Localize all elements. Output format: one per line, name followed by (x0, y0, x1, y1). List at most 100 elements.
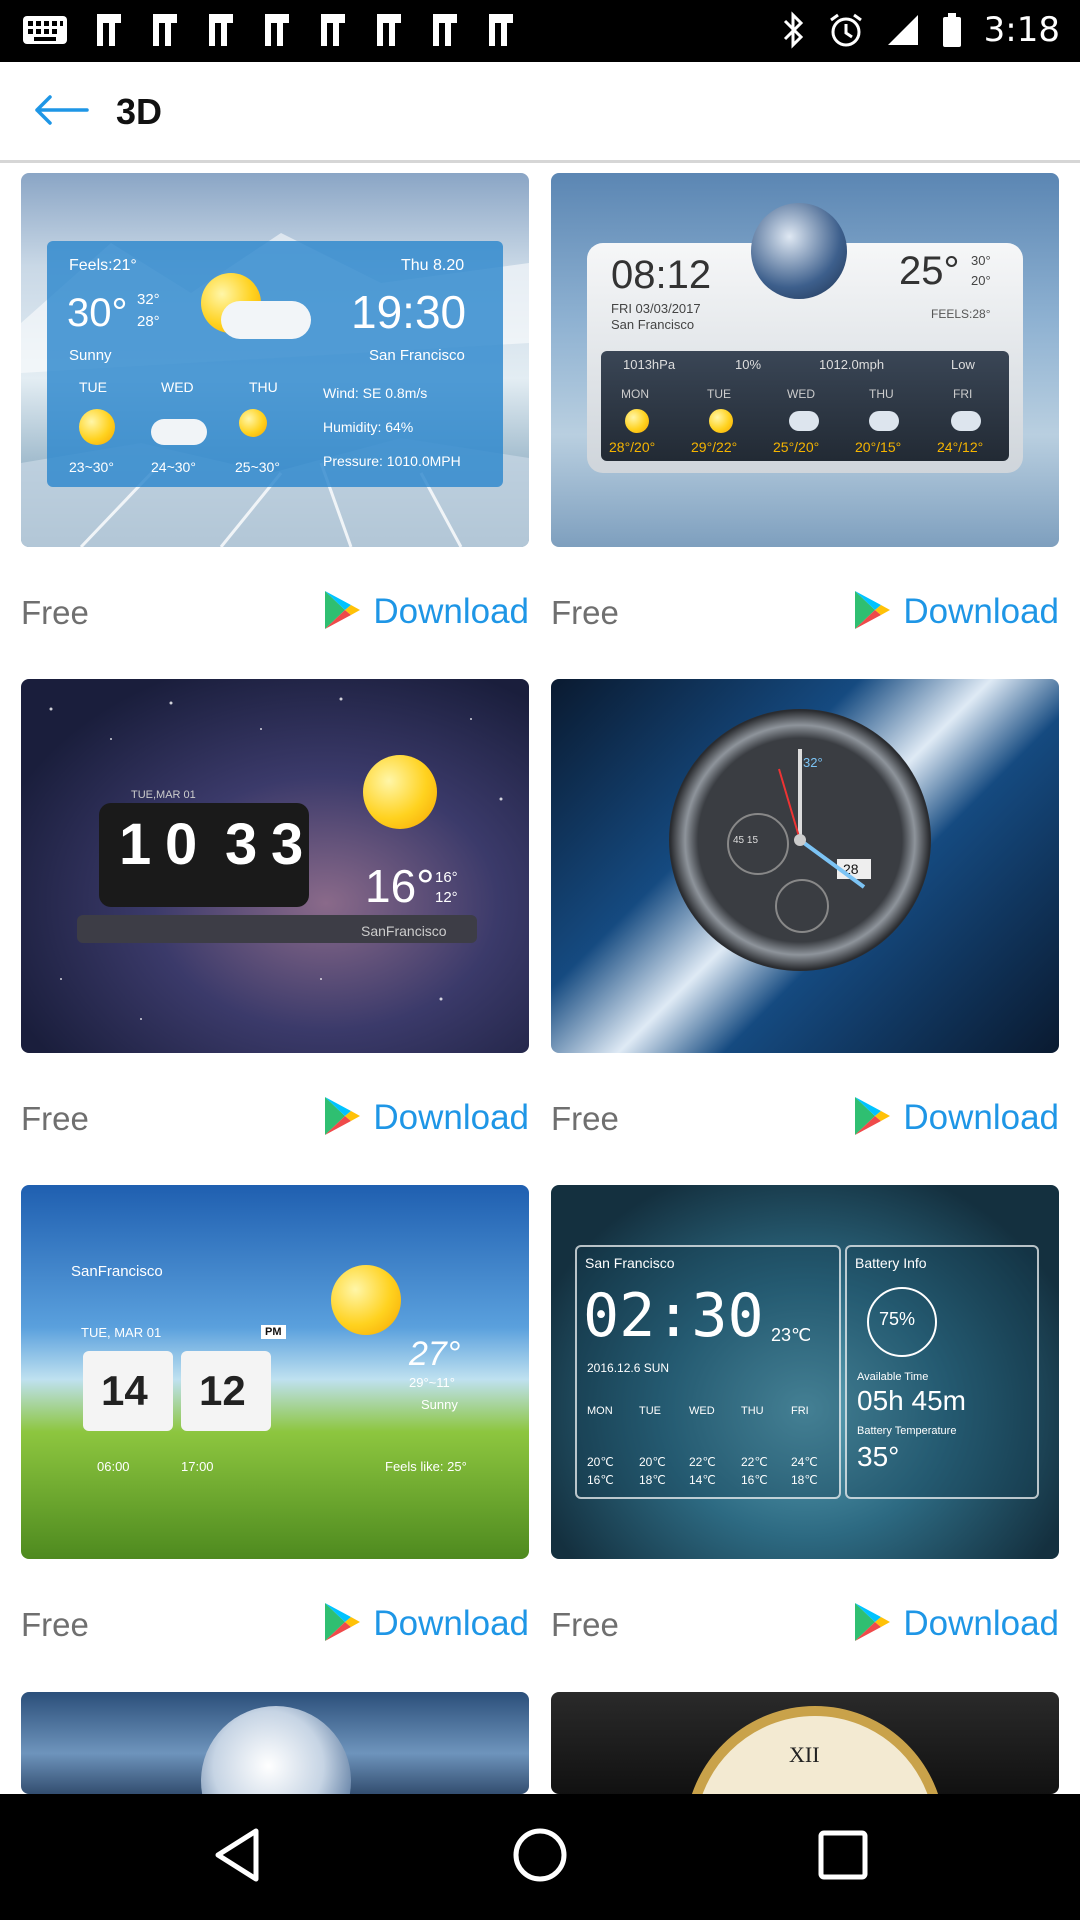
preview-text: 1 (119, 812, 152, 877)
circle-home-icon (512, 1827, 568, 1888)
preview-text: 18℃ (791, 1473, 818, 1487)
nav-back-button[interactable] (202, 1822, 272, 1892)
globe-icon (201, 1706, 351, 1794)
preview-text: Low (951, 357, 975, 372)
app-notification-icon (262, 12, 292, 48)
preview-text: 25° (899, 249, 960, 293)
preview-text: 29°/22° (691, 439, 738, 455)
preview-text: 22℃ (741, 1455, 768, 1469)
theme-preview-image[interactable]: XII (551, 1692, 1059, 1794)
preview-text: Pressure: 1010.0MPH (323, 453, 461, 469)
preview-text: 06:00 (97, 1459, 130, 1474)
cloud-icon (151, 419, 207, 445)
preview-text: 27° (409, 1335, 461, 1373)
nav-home-button[interactable] (505, 1822, 575, 1892)
preview-text: TUE (79, 379, 107, 395)
price-label: Free (551, 1606, 619, 1643)
download-button[interactable]: Download (853, 1599, 1059, 1649)
card-footer: Free Download (551, 1559, 1059, 1691)
download-button[interactable]: Download (323, 1599, 529, 1649)
preview-text: FRI (791, 1405, 809, 1417)
theme-preview-image[interactable] (21, 1692, 529, 1794)
preview-text: 24~30° (151, 459, 196, 475)
preview-text: San Francisco (611, 317, 695, 332)
theme-preview-image[interactable]: 32° 45 15 28 (551, 679, 1059, 1053)
preview-text: 24℃ (791, 1455, 818, 1469)
theme-preview-image[interactable]: TUE,MAR 01 1 0 3 3 16° 16° 12° SanFranci… (21, 679, 529, 1053)
triangle-back-icon (212, 1827, 262, 1888)
preview-text: TUE,MAR 01 (131, 789, 196, 801)
preview-text: 12 (199, 1367, 246, 1414)
download-label: Download (373, 1098, 529, 1137)
app-notification-icon (150, 12, 180, 48)
preview-text: 29°~11° (409, 1375, 455, 1390)
preview-text: 28° (137, 313, 160, 330)
sun-icon (239, 409, 267, 437)
globe-icon (751, 203, 847, 299)
app-notification-icon (94, 12, 124, 48)
download-label: Download (373, 592, 529, 631)
cloud-icon (951, 411, 981, 431)
preview-text: Battery Info (855, 1255, 927, 1271)
preview-text: 20° (971, 273, 991, 288)
price-label: Free (21, 1606, 89, 1643)
download-button[interactable]: Download (323, 1093, 529, 1143)
preview-text: XII (789, 1742, 820, 1767)
preview-text: TUE, MAR 01 (81, 1325, 162, 1340)
app-notification-icon (318, 12, 348, 48)
preview-text: 2016.12.6 SUN (587, 1361, 670, 1375)
sun-icon (79, 409, 115, 445)
navigation-bar (0, 1794, 1080, 1920)
preview-text: Thu 8.20 (401, 257, 465, 274)
preview-text: 3 (271, 812, 304, 877)
download-button[interactable]: Download (323, 587, 529, 637)
card-footer: Free Download (551, 547, 1059, 679)
preview-text: 20℃ (639, 1455, 666, 1469)
price-label: Free (21, 594, 89, 631)
preview-text: 25°/20° (773, 439, 820, 455)
preview-text: 02:30 (583, 1281, 764, 1351)
preview-text: San Francisco (585, 1255, 675, 1271)
preview-text: Wind: SE 0.8m/s (323, 385, 428, 401)
preview-text: THU (741, 1405, 764, 1417)
preview-text: Sunny (69, 347, 112, 364)
preview-text: 08:12 (611, 253, 712, 297)
theme-preview-image[interactable]: 08:12 FRI 03/03/2017 San Francisco 25° 3… (551, 173, 1059, 547)
battery-icon (942, 12, 962, 48)
preview-text: 19:30 (351, 286, 467, 338)
back-button[interactable] (26, 84, 96, 140)
preview-text: TUE (707, 387, 731, 401)
preview-text: 3 (225, 812, 258, 877)
sun-icon (331, 1265, 401, 1335)
download-label: Download (903, 1604, 1059, 1643)
download-button[interactable]: Download (853, 587, 1059, 637)
theme-preview-image[interactable]: SanFrancisco TUE, MAR 01 PM 14 12 27° 29… (21, 1185, 529, 1559)
preview-text: Sunny (421, 1397, 458, 1412)
cloud-icon (789, 411, 819, 431)
nav-recents-button[interactable] (808, 1822, 878, 1892)
preview-text: 23~30° (69, 459, 114, 475)
app-notification-icon (374, 12, 404, 48)
notification-icons (22, 12, 516, 48)
sun-icon (363, 755, 437, 829)
download-label: Download (373, 1604, 529, 1643)
preview-text: MON (621, 387, 649, 401)
system-status-icons: 3:18 (782, 10, 1060, 50)
theme-preview-image[interactable]: Feels:21° Thu 8.20 30° 32° 28° 19:30 Sun… (21, 173, 529, 547)
sun-icon (625, 409, 649, 433)
preview-text: TUE (639, 1405, 661, 1417)
preview-text: San Francisco (369, 347, 465, 364)
preview-text: 14℃ (689, 1473, 716, 1487)
preview-text: THU (249, 379, 278, 395)
preview-text: Feels like: 25° (385, 1459, 467, 1474)
play-store-icon (323, 1095, 361, 1142)
preview-text: 16° (435, 869, 458, 886)
theme-preview-image[interactable]: San Francisco Battery Info 02:30 23℃ 201… (551, 1185, 1059, 1559)
preview-text: 16℃ (587, 1473, 614, 1487)
clock-time: 3:18 (983, 10, 1060, 50)
download-button[interactable]: Download (853, 1093, 1059, 1143)
preview-text: 16℃ (741, 1473, 768, 1487)
preview-text: 32° (137, 291, 160, 308)
price-label: Free (551, 594, 619, 631)
preview-text: 0 (165, 812, 198, 877)
